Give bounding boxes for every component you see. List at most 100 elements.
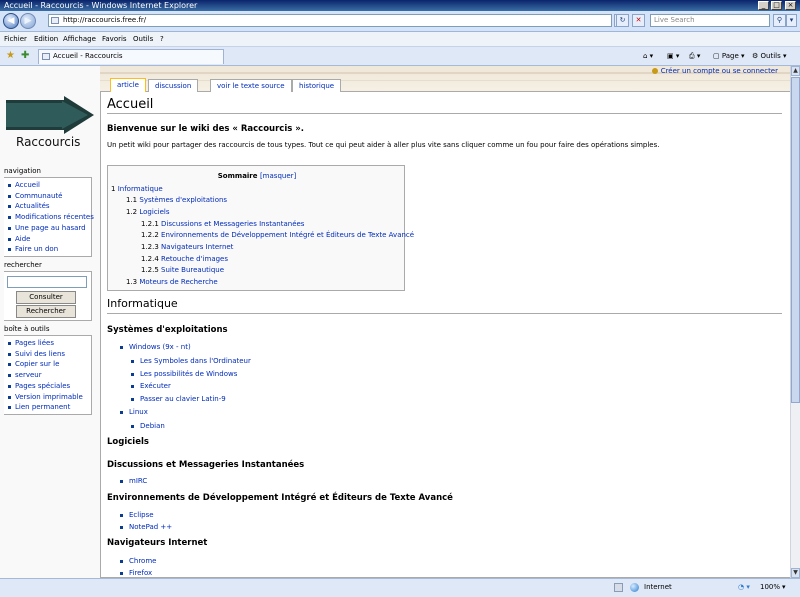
window-title: Accueil - Raccourcis - Windows Internet … [4,1,198,10]
stop-button[interactable]: ✕ [632,14,645,27]
page-title: Accueil [107,97,154,112]
nav-accueil[interactable]: Accueil [4,180,91,191]
address-field[interactable]: http://raccourcis.free.fr/ [48,14,612,27]
tools-menu[interactable]: ⚙ Outils ▾ [752,50,787,62]
list-item-mirc[interactable]: mIRC [120,477,147,485]
list-item-executer[interactable]: Exécuter [131,382,171,390]
search-portlet-title: rechercher [4,261,42,269]
toc-item[interactable]: 1.2.2 Environnements de Développement In… [141,231,414,239]
navigation-portlet-title: navigation [4,167,41,175]
menu-help[interactable]: ? [160,34,164,44]
list-item-debian[interactable]: Debian [131,422,165,430]
live-search-input[interactable]: Live Search [650,14,770,27]
intro-paragraph: Un petit wiki pour partager des raccourc… [107,141,660,149]
list-item-firefox[interactable]: Firefox [120,569,152,577]
list-item-chrome[interactable]: Chrome [120,557,156,565]
nav-aide[interactable]: Aide [4,234,91,245]
toc-item[interactable]: 1.1 Systèmes d'exploitations [126,196,227,204]
close-window-button[interactable]: × [785,1,796,10]
menu-fichier[interactable]: Fichier [4,34,27,44]
nav-actualites[interactable]: Actualités [4,201,91,212]
search-options-icon[interactable]: ▾ [786,14,797,27]
tool-pages-liees[interactable]: Pages liées [4,338,91,349]
list-item-latin9[interactable]: Passer au clavier Latin-9 [131,395,226,403]
favorites-star-icon[interactable]: ★ [6,50,15,62]
status-bar: Internet ◔ ▾ 100% ▾ [0,578,800,597]
menu-favoris[interactable]: Favoris [102,34,127,44]
page-menu[interactable]: ▢ Page ▾ [713,50,745,62]
address-toolbar: ◀ ▶ http://raccourcis.free.fr/ ▾ ↻ ✕ Liv… [0,11,800,32]
tool-copier-serveur-cont[interactable]: serveur [4,370,91,381]
toc-item[interactable]: 1.2.1 Discussions et Messageries Instant… [141,220,304,228]
logo-arrow-icon[interactable] [6,96,96,134]
tab-view-source[interactable]: voir le texte source [210,79,292,92]
menu-edition[interactable]: Edition [34,34,58,44]
feeds-icon[interactable]: ▣ ▾ [667,50,679,62]
browser-tab[interactable]: Accueil - Raccourcis [38,49,224,64]
section-divider [107,313,782,314]
tool-lien-permanent[interactable]: Lien permanent [4,402,91,413]
vertical-scrollbar[interactable]: ▲ ▼ [790,66,800,578]
list-item-possibilites[interactable]: Les possibilités de Windows [131,370,237,378]
minimize-button[interactable]: _ [758,1,769,10]
add-favorite-icon[interactable]: ✚ [21,50,29,62]
tool-pages-speciales[interactable]: Pages spéciales [4,381,91,392]
toc-item[interactable]: 1.2.4 Retouche d'images [141,255,228,263]
nav-communaute[interactable]: Communauté [4,191,91,202]
home-icon[interactable]: ⌂ ▾ [643,50,653,62]
menu-bar: Fichier Edition Affichage Favoris Outils… [0,32,800,47]
tool-copier-serveur[interactable]: Copier sur le [4,359,91,370]
search-icon[interactable]: ⚲ [773,14,786,27]
toc-item[interactable]: 1.2.3 Navigateurs Internet [141,243,233,251]
toc-item[interactable]: 1.2 Logiciels [126,208,170,216]
nav-modifications-recentes[interactable]: Modifications récentes [4,212,94,223]
scrollbar-thumb[interactable] [791,77,800,403]
wiki-search-input[interactable] [7,276,87,288]
rechercher-button[interactable]: Rechercher [16,305,76,318]
list-item-linux[interactable]: Linux [120,408,148,416]
maximize-button[interactable]: □ [771,1,782,10]
tab-article[interactable]: article [110,78,146,92]
list-item-windows[interactable]: Windows (9x - nt) [120,343,191,351]
tab-label: Accueil - Raccourcis [53,52,123,60]
tab-page-icon [42,53,50,60]
toc-toggle-link[interactable]: [masquer] [260,172,296,180]
navigation-portlet: Accueil Communauté Actualités Modificati… [4,177,94,257]
list-item-eclipse[interactable]: Eclipse [120,511,154,519]
toc-item[interactable]: 1.3 Moteurs de Recherche [126,278,218,286]
nav-page-au-hasard[interactable]: Une page au hasard [4,223,91,234]
consulter-button[interactable]: Consulter [16,291,76,304]
status-panel-icon [614,583,623,592]
user-icon [651,68,658,74]
logo-text[interactable]: Raccourcis [16,135,80,149]
zoom-level[interactable]: 100% [760,582,780,592]
back-button[interactable]: ◀ [3,13,19,29]
toc-item[interactable]: 1.2.5 Suite Bureautique [141,266,224,274]
intro-heading: Bienvenue sur le wiki des « Raccourcis »… [107,124,304,134]
zoom-dropdown-icon[interactable]: ▾ [782,582,786,592]
menu-affichage[interactable]: Affichage [63,34,96,44]
tab-discussion[interactable]: discussion [148,79,199,92]
section-heading-informatique: Informatique [107,297,178,310]
menu-outils[interactable]: Outils [133,34,153,44]
toc-title-text: Sommaire [217,172,258,180]
toc-item[interactable]: 1 Informatique [111,185,163,193]
scroll-down-arrow-icon[interactable]: ▼ [791,568,800,578]
protected-mode-icon[interactable]: ◔ ▾ [738,582,750,592]
list-item-notepad[interactable]: NotePad ++ [120,523,172,531]
tab-bar: ★ ✚ Accueil - Raccourcis ⌂ ▾ ▣ ▾ ⎙ ▾ ▢ P… [0,47,800,66]
nav-faire-un-don[interactable]: Faire un don [4,244,91,255]
print-icon[interactable]: ⎙ ▾ [689,50,700,62]
tab-history[interactable]: historique [292,79,342,92]
window-title-bar: Accueil - Raccourcis - Windows Internet … [0,0,800,11]
tool-version-imprimable[interactable]: Version imprimable [4,392,91,403]
toc-title: Sommaire [masquer] [108,172,406,180]
forward-button[interactable]: ▶ [20,13,36,29]
refresh-button[interactable]: ↻ [616,14,629,27]
list-item-symboles[interactable]: Les Symboles dans l'Ordinateur [131,357,251,365]
create-account-link[interactable]: Créer un compte ou se connecter [661,67,778,75]
scroll-up-arrow-icon[interactable]: ▲ [791,66,800,76]
search-placeholder: Live Search [654,16,695,24]
tool-suivi-des-liens[interactable]: Suivi des liens [4,349,91,360]
personal-tools[interactable]: Créer un compte ou se connecter [651,67,778,75]
